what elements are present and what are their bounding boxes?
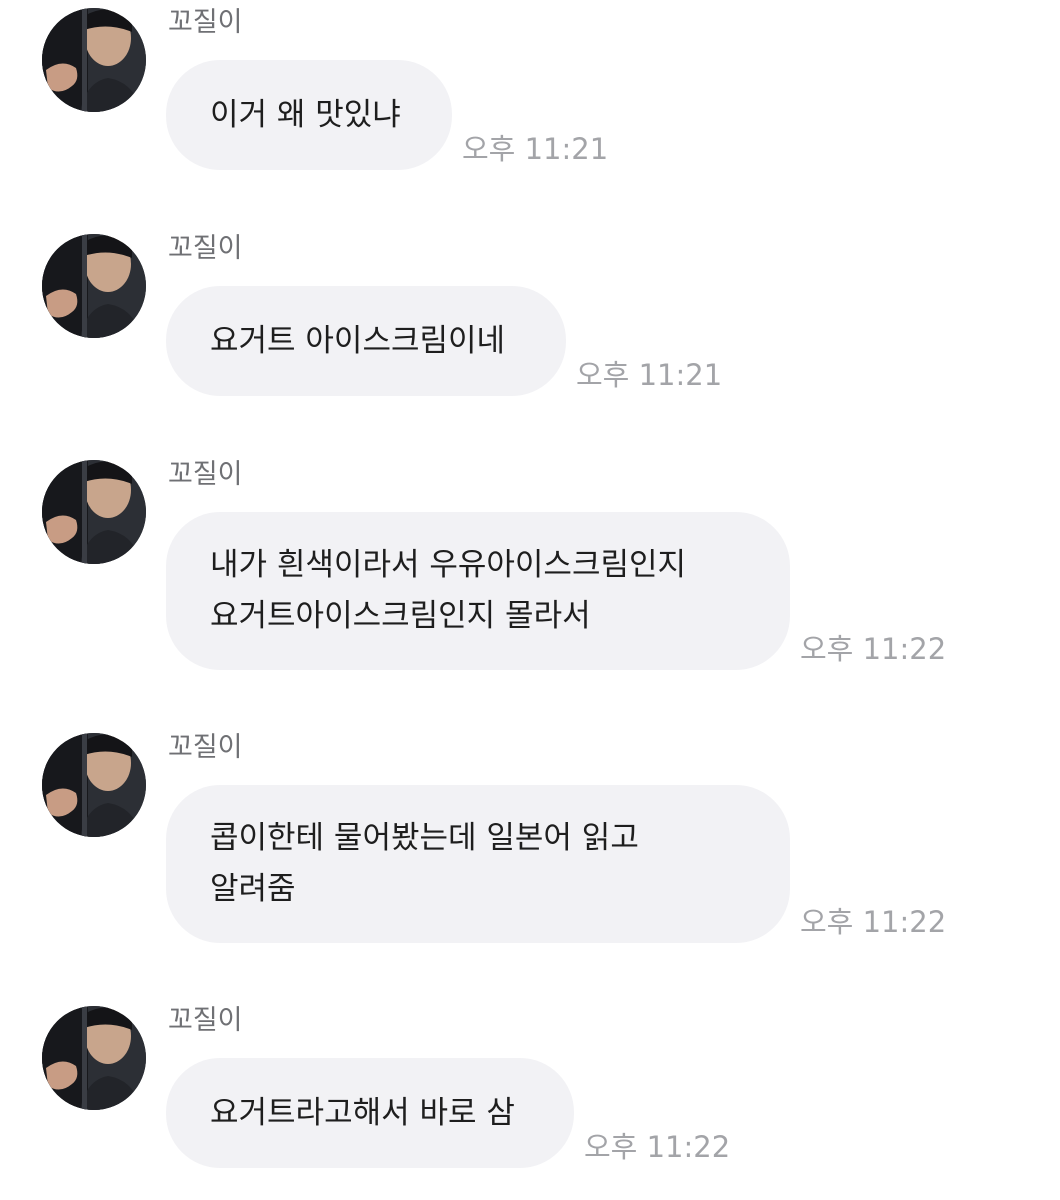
message-bubble[interactable]: 내가 흰색이라서 우유아이스크림인지 요거트아이스크림인지 몰라서: [166, 512, 790, 670]
message-text: 요거트아이스크림인지 몰라서: [210, 598, 591, 634]
profile-photo-icon: [42, 234, 146, 338]
message-bubble[interactable]: 이거 왜 맛있냐: [166, 60, 452, 170]
profile-photo-icon: [42, 8, 146, 112]
profile-photo-icon: [42, 733, 146, 837]
profile-photo-icon: [42, 1006, 146, 1110]
message-timestamp: 오후 11:22: [584, 1130, 731, 1164]
message-timestamp: 오후 11:21: [576, 358, 723, 392]
avatar[interactable]: [42, 1006, 146, 1110]
message-bubble[interactable]: 콥이한테 물어봤는데 일본어 읽고 알려줌: [166, 785, 790, 943]
avatar[interactable]: [42, 8, 146, 112]
message-timestamp: 오후 11:22: [800, 905, 947, 939]
avatar[interactable]: [42, 234, 146, 338]
message-text: 이거 왜 맛있냐: [210, 96, 401, 133]
sender-name: 꼬질이: [168, 7, 243, 38]
sender-name: 꼬질이: [168, 1005, 243, 1036]
message-timestamp: 오후 11:22: [800, 632, 947, 666]
message-text: 요거트 아이스크림이네: [210, 322, 506, 359]
chat-message-list[interactable]: 꼬질이 이거 왜 맛있냐 오후 11:21 꼬질이 요거트 아이스크림이네 오후…: [0, 0, 1060, 1200]
message-timestamp: 오후 11:21: [462, 132, 609, 166]
message-bubble[interactable]: 요거트 아이스크림이네: [166, 286, 566, 396]
sender-name: 꼬질이: [168, 732, 243, 763]
sender-name: 꼬질이: [168, 459, 243, 490]
message-text: 내가 흰색이라서 우유아이스크림인지: [210, 547, 687, 583]
sender-name: 꼬질이: [168, 233, 243, 264]
message-text: 알려줌: [210, 871, 296, 907]
message-text: 콥이한테 물어봤는데 일본어 읽고: [210, 820, 639, 856]
avatar[interactable]: [42, 733, 146, 837]
profile-photo-icon: [42, 460, 146, 564]
message-text: 요거트라고해서 바로 삼: [210, 1094, 515, 1131]
message-bubble[interactable]: 요거트라고해서 바로 삼: [166, 1058, 574, 1168]
avatar[interactable]: [42, 460, 146, 564]
